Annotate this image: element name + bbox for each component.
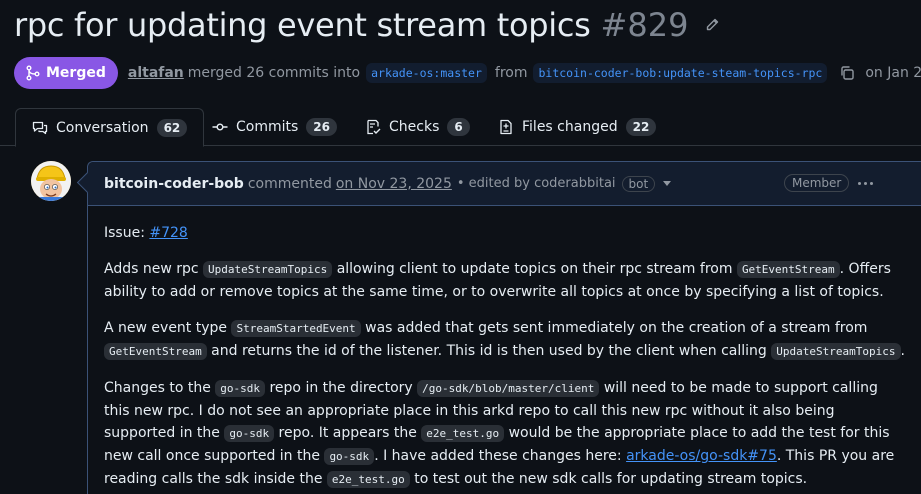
- text: repo in the directory: [269, 380, 413, 396]
- text: Adds new rpc: [104, 261, 199, 277]
- paragraph-1: Adds new rpc UpdateStreamTopics allowing…: [104, 258, 905, 303]
- tab-counter: 62: [156, 118, 188, 137]
- comment-date[interactable]: on Nov 23, 2025: [336, 176, 452, 192]
- tab-files-changed[interactable]: Files changed 22: [482, 108, 672, 146]
- copy-icon[interactable]: [839, 65, 855, 81]
- paragraph-3: Changes to the go-sdk repo in the direct…: [104, 377, 905, 491]
- tab-label: Files changed: [522, 119, 618, 135]
- member-badge: Member: [784, 174, 850, 192]
- inline-code: go-sdk: [224, 425, 275, 442]
- chevron-down-icon[interactable]: [663, 181, 672, 186]
- text: was added that gets sent immediately on …: [365, 320, 868, 336]
- tab-conversation[interactable]: Conversation 62: [15, 108, 205, 147]
- inline-code: e2e_test.go: [326, 471, 410, 488]
- inline-code: UpdateStreamTopics: [771, 343, 901, 360]
- text: and returns the id of the listener. This…: [211, 343, 767, 359]
- go-sdk-link[interactable]: arkade-os/go-sdk#75: [626, 448, 777, 464]
- merge-date: on Jan 20: [865, 65, 921, 81]
- pr-meta: Merged altafan merged 26 commits into ar…: [14, 57, 921, 89]
- text: A new event type: [104, 320, 228, 336]
- git-commit-icon: [212, 119, 228, 135]
- text: repo. It appears the: [278, 425, 417, 441]
- inline-code: UpdateStreamTopics: [203, 261, 333, 278]
- head-branch[interactable]: bitcoin-coder-bob:update-steam-topics-rp…: [533, 63, 828, 83]
- base-branch[interactable]: arkade-os:master: [366, 63, 487, 83]
- pencil-icon[interactable]: [704, 17, 720, 33]
- edited-by[interactable]: • edited by coderabbitai: [457, 176, 616, 191]
- pr-title: rpc for updating event stream topics: [14, 6, 591, 44]
- tab-label: Checks: [389, 119, 440, 135]
- text: .: [900, 343, 905, 359]
- tab-counter: 26: [306, 118, 337, 136]
- text: to test out the new sdk calls for updati…: [414, 471, 808, 487]
- inline-code: /go-sdk/blob/master/client: [417, 380, 600, 397]
- paragraph-2: A new event type StreamStartedEvent was …: [104, 317, 905, 363]
- from-text: from: [494, 65, 528, 81]
- pr-title-row: rpc for updating event stream topics #82…: [14, 6, 720, 44]
- merge-action-text: merged 26 commits into: [187, 65, 361, 81]
- tab-counter: 22: [625, 118, 657, 136]
- inline-code: go-sdk: [215, 380, 266, 397]
- issue-label: Issue:: [104, 225, 145, 241]
- merger-link[interactable]: altafan: [128, 65, 184, 81]
- avatar[interactable]: [31, 161, 71, 201]
- inline-code: go-sdk: [324, 448, 375, 465]
- checklist-icon: [365, 119, 381, 135]
- pr-tabs: Conversation 62 Commits 26 Checks 6 File…: [0, 108, 921, 147]
- tab-checks[interactable]: Checks 6: [349, 108, 486, 146]
- inline-code: e2e_test.go: [421, 425, 505, 442]
- comment-verb: commented: [247, 175, 332, 192]
- git-merge-icon: [26, 65, 40, 81]
- comment-body: Issue: #728 Adds new rpc UpdateStreamTop…: [88, 206, 921, 491]
- file-diff-icon: [498, 119, 514, 135]
- inline-code: StreamStartedEvent: [231, 320, 361, 337]
- tab-label: Conversation: [56, 119, 149, 136]
- kebab-menu-icon[interactable]: [858, 182, 873, 185]
- text: . I have added these changes here:: [374, 448, 622, 464]
- issue-line: Issue: #728: [104, 222, 905, 244]
- text: Changes to the: [104, 380, 211, 396]
- tab-label: Commits: [236, 119, 299, 135]
- tab-counter: 6: [447, 118, 470, 136]
- tab-commits[interactable]: Commits 26: [196, 108, 353, 146]
- inline-code: GetEventStream: [104, 343, 207, 360]
- pr-number: #829: [600, 6, 689, 44]
- inline-code: GetEventStream: [736, 261, 840, 278]
- bot-badge: bot: [621, 175, 656, 192]
- text: allowing client to update topics on thei…: [336, 261, 733, 277]
- comment-card: bitcoin-coder-bob commented on Nov 23, 2…: [87, 161, 921, 494]
- merged-status: Merged: [46, 65, 106, 81]
- comment-header: bitcoin-coder-bob commented on Nov 23, 2…: [88, 162, 921, 206]
- comment-author[interactable]: bitcoin-coder-bob: [104, 176, 244, 192]
- comment-discussion-icon: [32, 120, 48, 136]
- issue-link[interactable]: #728: [149, 225, 187, 241]
- merged-badge: Merged: [14, 57, 118, 89]
